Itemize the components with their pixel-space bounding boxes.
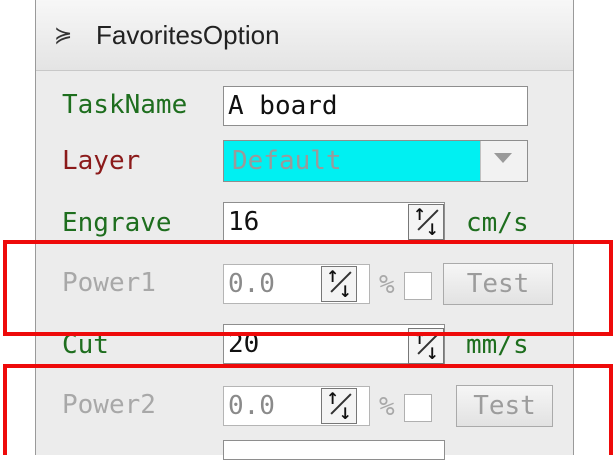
layer-select[interactable]: Default bbox=[223, 140, 528, 182]
power1-spin-button[interactable]: ↑ ↓ bbox=[321, 266, 357, 302]
arrow-down-icon: ↓ bbox=[338, 404, 352, 423]
arrow-down-icon: ↓ bbox=[425, 344, 439, 363]
engrave-unit: cm/s bbox=[466, 208, 529, 238]
power1-test-button[interactable]: Test bbox=[443, 263, 553, 305]
power2-checkbox[interactable] bbox=[404, 394, 432, 422]
favorites-option-panel: ≽ FavoritesOption TaskName A board Layer… bbox=[35, 0, 574, 460]
power1-label: Power1 bbox=[62, 268, 156, 298]
power2-spin-button[interactable]: ↑ ↓ bbox=[321, 388, 357, 424]
power2-unit: % bbox=[379, 392, 395, 422]
taskname-label: TaskName bbox=[62, 90, 188, 120]
panel-header[interactable]: ≽ FavoritesOption bbox=[36, 0, 573, 71]
power1-checkbox[interactable] bbox=[404, 272, 432, 300]
row-power2: Power2 0.0 ↑ ↓ % Test bbox=[36, 380, 573, 436]
cut-unit: mm/s bbox=[466, 330, 529, 360]
layer-dropdown-button[interactable] bbox=[480, 141, 527, 181]
taskname-input[interactable]: A board bbox=[223, 86, 528, 126]
row-engrave: Engrave 16 ↑ ↓ cm/s bbox=[36, 198, 573, 254]
arrow-down-icon: ↓ bbox=[338, 282, 352, 301]
next-row-input[interactable] bbox=[223, 440, 445, 460]
power1-unit: % bbox=[379, 270, 395, 300]
layer-select-value: Default bbox=[232, 146, 342, 176]
arrow-down-icon: ↓ bbox=[425, 220, 439, 239]
row-taskname: TaskName A board bbox=[36, 80, 573, 136]
panel-title: FavoritesOption bbox=[96, 20, 280, 50]
double-chevron-down-icon[interactable]: ≽ bbox=[54, 23, 72, 48]
row-power1: Power1 0.0 ↑ ↓ % Test bbox=[36, 258, 573, 314]
row-cut: Cut 20 ↑ ↓ mm/s bbox=[36, 324, 573, 384]
power2-test-button[interactable]: Test bbox=[456, 385, 553, 427]
chevron-down-icon bbox=[494, 153, 512, 163]
cut-spin-button[interactable]: ↑ ↓ bbox=[408, 328, 444, 364]
layer-label: Layer bbox=[62, 146, 141, 176]
cut-label: Cut bbox=[62, 330, 109, 360]
engrave-spin-button[interactable]: ↑ ↓ bbox=[408, 204, 444, 240]
power2-label: Power2 bbox=[62, 390, 156, 420]
row-layer: Layer Default bbox=[36, 136, 573, 192]
engrave-label: Engrave bbox=[62, 208, 172, 238]
